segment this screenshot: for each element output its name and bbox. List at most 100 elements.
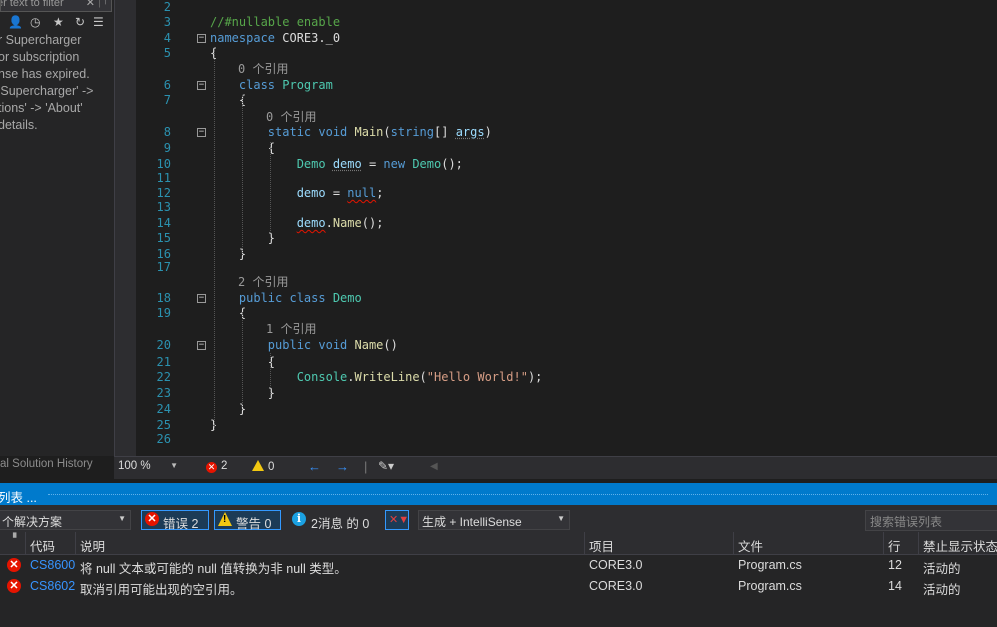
code-line[interactable]: 4 − namespace CORE3._0 [136, 31, 997, 46]
error-code-link[interactable]: CS8602 [30, 579, 75, 593]
codelens-references[interactable]: 0 个引用 [266, 110, 316, 125]
editor-status-bar: 100 % ▼ ✕ 2 0 ← → | ✎▾ ◀ [114, 456, 997, 479]
line-number: 2 [163, 0, 171, 14]
code-line[interactable]: 2 个引用 [136, 275, 997, 290]
message-line: r Supercharger [0, 33, 82, 47]
column-file[interactable]: 文件 [738, 536, 763, 555]
nav-forward-icon[interactable]: → [336, 459, 349, 474]
code-line[interactable]: 11 [136, 171, 997, 186]
code-line[interactable]: 13 [136, 200, 997, 215]
code-line[interactable]: 3 //#nullable enable [136, 15, 997, 30]
code-line[interactable]: 6 − class Program [136, 78, 997, 93]
warnings-filter-toggle[interactable]: ! 警告 0 [214, 510, 281, 531]
clock-icon[interactable]: ◷ [30, 15, 40, 29]
column-code[interactable]: 代码 [30, 536, 55, 555]
error-list-title-bar[interactable]: 列表 ... [0, 483, 997, 505]
line-number: 18 [156, 291, 171, 305]
info-icon: i [292, 512, 306, 526]
scope-dropdown[interactable]: 个解决方案 ▼ [0, 510, 131, 530]
line-number: 17 [156, 260, 171, 274]
code-text: class Program [210, 78, 333, 93]
table-row[interactable]: ✕ CS8600 将 null 文本或可能的 null 值转换为非 null 类… [0, 555, 997, 576]
code-editor[interactable]: 2 3//#nullable enable 4− namespace CORE3._0… [136, 0, 997, 456]
star-icon[interactable]: ★ [53, 15, 64, 29]
code-line[interactable]: 5{ [136, 46, 997, 61]
column-project[interactable]: 项目 [589, 536, 614, 555]
close-icon[interactable]: ✕ [86, 0, 95, 9]
code-line[interactable]: 20 − public void Name() [136, 338, 997, 353]
code-text: demo.Name(); [210, 216, 384, 231]
nav-back-icon[interactable]: ← [308, 459, 321, 474]
code-line[interactable]: 23 } [136, 386, 997, 401]
message-line: or subscription [0, 50, 80, 64]
arrow-up-icon[interactable]: ↑ [103, 0, 108, 7]
code-line[interactable]: 12 demo = null; [136, 186, 997, 201]
filter-input[interactable]: er text to filter ✕ | ↑ [0, 0, 112, 12]
codelens-references[interactable]: 2 个引用 [238, 275, 288, 290]
code-line[interactable]: 0 个引用 [136, 110, 997, 125]
code-line[interactable]: 22 Console.WriteLine("Hello World!"); [136, 370, 997, 385]
column-description[interactable]: 说明 [80, 536, 105, 555]
collapse-icon[interactable]: − [197, 128, 206, 137]
line-number: 7 [163, 93, 171, 107]
codelens-references[interactable]: 1 个引用 [266, 322, 316, 337]
code-line[interactable]: 21 { [136, 355, 997, 370]
code-line[interactable]: 14 demo.Name(); [136, 216, 997, 231]
collapse-icon[interactable]: − [197, 34, 206, 43]
filter-toggle[interactable]: ✕▼ [385, 510, 409, 530]
code-line[interactable]: 9 { [136, 141, 997, 156]
code-token: new [383, 157, 413, 171]
warning-count: 0 [268, 461, 275, 473]
code-token: static void [210, 125, 355, 139]
code-line[interactable]: 10 Demo demo = new Demo(); [136, 157, 997, 172]
line-number: 13 [156, 200, 171, 214]
collapse-icon[interactable]: − [197, 341, 206, 350]
message-line: details. [0, 118, 38, 132]
code-line[interactable]: 24 } [136, 402, 997, 417]
line-number: 11 [156, 171, 171, 185]
error-icon: ✕ [7, 579, 21, 593]
code-line[interactable]: 25} [136, 418, 997, 433]
chevron-down-icon: ▼ [118, 514, 126, 523]
collapse-icon[interactable]: − [197, 81, 206, 90]
code-token: . [325, 216, 333, 230]
scroll-left-icon[interactable]: ◀ [430, 461, 438, 472]
list-icon[interactable]: ☰ [93, 15, 104, 29]
code-line[interactable]: 0 个引用 [136, 62, 997, 77]
code-line[interactable]: 7 { [136, 93, 997, 108]
line-number: 14 [156, 216, 171, 230]
table-row[interactable]: ✕ CS8602 取消引用可能出现的空引用。 CORE3.0 Program.c… [0, 576, 997, 597]
warning-icon [252, 460, 264, 471]
code-line[interactable]: 17 [136, 260, 997, 275]
pin-icon[interactable]: ▘ [13, 533, 20, 544]
column-line[interactable]: 行 [888, 536, 901, 555]
license-message: r Supercharger or subscription nse has e… [0, 32, 114, 134]
refresh-icon[interactable]: ↻ [75, 15, 85, 29]
message-line: 'Supercharger' -> [0, 84, 94, 98]
code-line[interactable]: 8 − static void Main(string[] args) [136, 125, 997, 140]
zoom-dropdown[interactable]: 100 % ▼ [118, 460, 178, 475]
collapse-icon[interactable]: − [197, 294, 206, 303]
person-icon[interactable]: 👤 [8, 15, 23, 29]
error-project: CORE3.0 [589, 579, 643, 593]
code-line[interactable]: 18 − public class Demo [136, 291, 997, 306]
code-token: "Hello World!" [426, 370, 528, 384]
code-line[interactable]: 1 个引用 [136, 322, 997, 337]
errors-filter-toggle[interactable]: ✕ 错误 2 [141, 510, 209, 531]
codelens-references[interactable]: 0 个引用 [238, 62, 288, 77]
solution-history-tab[interactable]: al Solution History [0, 458, 93, 470]
code-line[interactable]: 15 } [136, 231, 997, 246]
error-code-link[interactable]: CS8600 [30, 558, 75, 572]
build-source-dropdown[interactable]: 生成 + IntelliSense ▼ [418, 510, 570, 530]
code-line[interactable]: 2 [136, 0, 997, 15]
warning-count-indicator[interactable]: 0 [252, 460, 274, 473]
error-list-search[interactable]: 搜索错误列表 [865, 510, 997, 531]
column-suppression[interactable]: 禁止显示状态 [923, 536, 997, 555]
messages-filter-toggle[interactable]: i 2消息 的 0 [289, 510, 377, 531]
error-icon: ✕ [206, 462, 217, 473]
code-token: WriteLine [354, 370, 420, 384]
code-line[interactable]: 26 [136, 432, 997, 447]
brush-icon[interactable]: ✎▾ [378, 459, 394, 473]
error-count-indicator[interactable]: ✕ 2 [206, 460, 227, 473]
code-line[interactable]: 19 { [136, 306, 997, 321]
